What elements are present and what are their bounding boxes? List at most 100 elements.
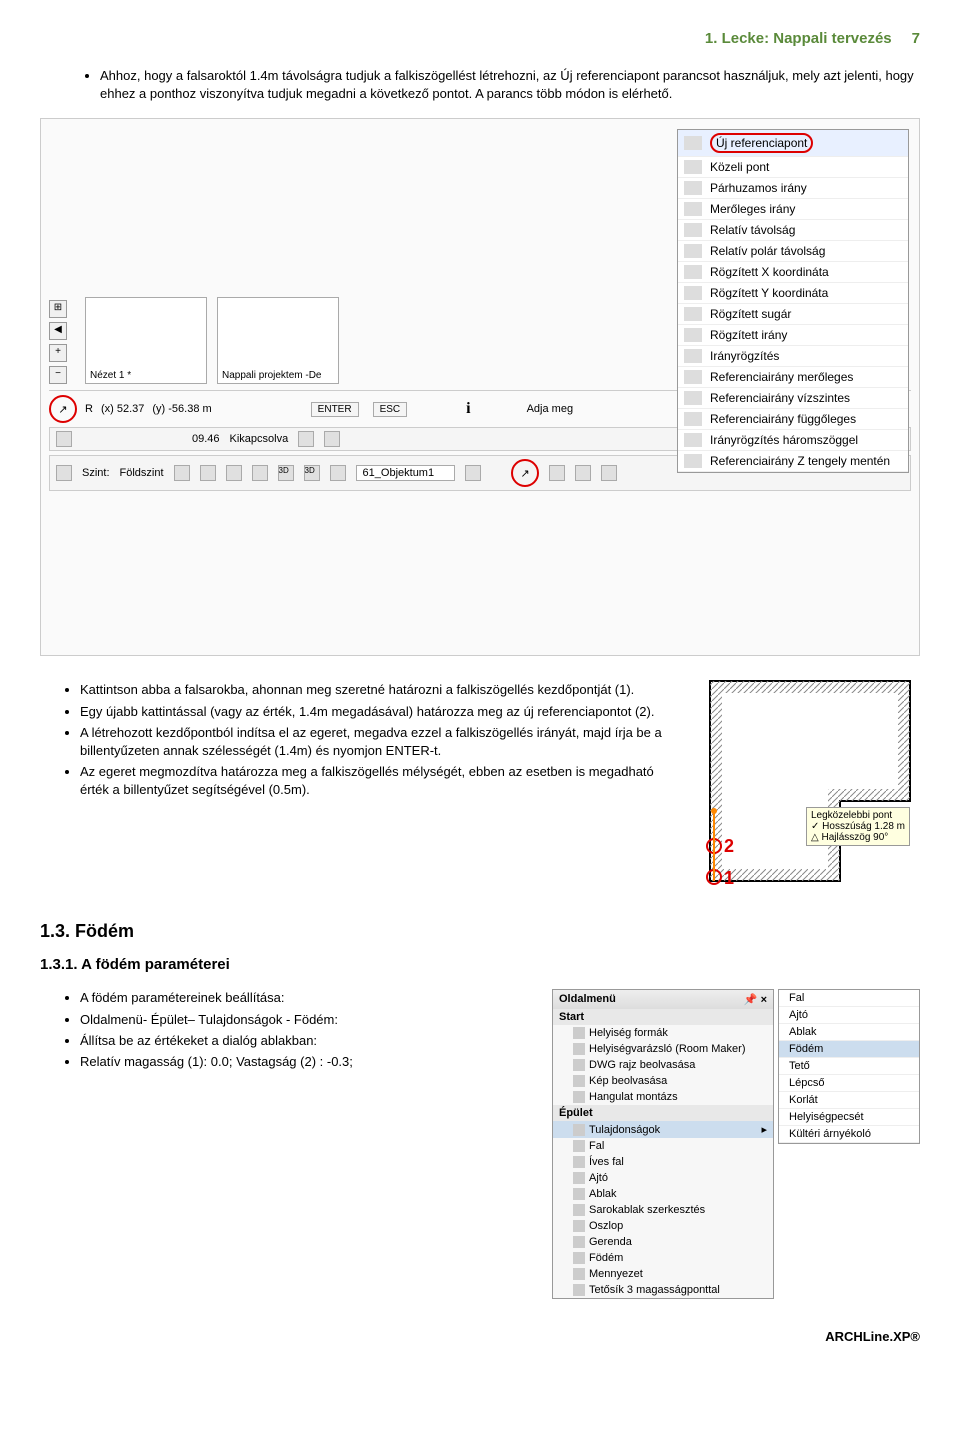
icon[interactable] xyxy=(200,465,216,481)
sub-roof[interactable]: Tető xyxy=(779,1058,919,1075)
slab-icon xyxy=(573,1252,585,1264)
item-column[interactable]: Oszlop xyxy=(553,1218,773,1234)
sub-shade[interactable]: Kültéri árnyékoló xyxy=(779,1126,919,1143)
ctx-item-12[interactable]: Referenciairány vízszintes xyxy=(710,391,850,405)
wizard-icon xyxy=(573,1043,585,1055)
pin-icon[interactable]: 📌 × xyxy=(744,993,767,1006)
level-label: Szint: xyxy=(82,467,110,479)
context-menu[interactable]: Új referenciapont Közeli pont Párhuzamos… xyxy=(677,129,909,473)
lockx-icon xyxy=(684,265,702,279)
item-window[interactable]: Ablak xyxy=(553,1186,773,1202)
item-corner[interactable]: Sarokablak szerkesztés xyxy=(553,1202,773,1218)
thumb-project[interactable]: Nappali projektem -De xyxy=(217,297,339,384)
item-properties[interactable]: Tulajdonságok▸ xyxy=(553,1121,773,1138)
ctx-item-1[interactable]: Közeli pont xyxy=(710,160,769,174)
group-start[interactable]: Start xyxy=(553,1009,773,1025)
sub-wall[interactable]: Fal xyxy=(779,990,919,1007)
ctx-item-8[interactable]: Rögzített sugár xyxy=(710,307,791,321)
icon[interactable] xyxy=(226,465,242,481)
reldist-icon xyxy=(684,223,702,237)
intro-text: Ahhoz, hogy a falsaroktól 1.4m távolságr… xyxy=(100,67,920,103)
icon[interactable] xyxy=(549,465,565,481)
item-door[interactable]: Ajtó xyxy=(553,1170,773,1186)
locky-icon xyxy=(684,286,702,300)
arcwall-icon xyxy=(573,1156,585,1168)
icon[interactable] xyxy=(324,431,340,447)
coord-x: (x) 52.37 xyxy=(101,403,144,415)
3d-icon[interactable]: 3D xyxy=(304,465,320,481)
icon[interactable] xyxy=(298,431,314,447)
enter-key[interactable]: ENTER xyxy=(311,402,359,417)
ctx-item-13[interactable]: Referenciairány függőleges xyxy=(710,412,856,426)
sub-stair[interactable]: Lépcső xyxy=(779,1075,919,1092)
icon[interactable] xyxy=(601,465,617,481)
lesson-title: 1. Lecke: Nappali tervezés xyxy=(705,30,892,47)
icon[interactable] xyxy=(252,465,268,481)
footer-brand: ARCHLine.XP® xyxy=(40,1329,920,1344)
subsection-heading: 1.3.1. A födém paraméterei xyxy=(40,956,920,973)
plus-btn[interactable]: + xyxy=(49,344,67,362)
thumb-view1[interactable]: Nézet 1 * xyxy=(85,297,207,384)
tool-btn[interactable]: ⊞ xyxy=(49,300,67,318)
item-roommaker[interactable]: Helyiségvarázsló (Room Maker) xyxy=(553,1041,773,1057)
parallel-icon xyxy=(684,181,702,195)
ctx-item-7[interactable]: Rögzített Y koordináta xyxy=(710,286,828,300)
item-roofplane[interactable]: Tetősík 3 magasságponttal xyxy=(553,1282,773,1298)
ctx-item-4[interactable]: Relatív távolság xyxy=(710,223,795,237)
side-menu[interactable]: Oldalmenü📌 × Start Helyiség formák Helyi… xyxy=(552,989,774,1299)
level-icon[interactable] xyxy=(56,465,72,481)
refpoint-button[interactable]: ↗ xyxy=(49,395,77,423)
step-3: A létrehozott kezdőpontból indítsa el az… xyxy=(80,724,680,760)
ctx-item-2[interactable]: Párhuzamos irány xyxy=(710,181,807,195)
item-ceiling[interactable]: Mennyezet xyxy=(553,1266,773,1282)
ctx-item-3[interactable]: Merőleges irány xyxy=(710,202,795,216)
properties-submenu[interactable]: Fal Ajtó Ablak Födém Tető Lépcső Korlát … xyxy=(778,989,920,1144)
info-icon[interactable]: i xyxy=(466,400,470,418)
item-dwg[interactable]: DWG rajz beolvasása xyxy=(553,1057,773,1073)
item-arcwall[interactable]: Íves fal xyxy=(553,1154,773,1170)
item-slab[interactable]: Födém xyxy=(553,1250,773,1266)
column-icon xyxy=(573,1220,585,1232)
ctx-item-15[interactable]: Referenciairány Z tengely mentén xyxy=(710,454,890,468)
tri-icon xyxy=(684,433,702,447)
level-value[interactable]: Földszint xyxy=(120,467,164,479)
minus-btn[interactable]: − xyxy=(49,366,67,384)
ctx-item-0[interactable]: Új referenciapont xyxy=(710,133,813,153)
icon[interactable] xyxy=(465,465,481,481)
object-select[interactable]: 61_Objektum1 xyxy=(356,465,456,481)
ctx-item-6[interactable]: Rögzített X koordináta xyxy=(710,265,829,279)
item-wall[interactable]: Fal xyxy=(553,1138,773,1154)
ctx-item-9[interactable]: Rögzített irány xyxy=(710,328,787,342)
item-rooms[interactable]: Helyiség formák xyxy=(553,1025,773,1041)
item-beam[interactable]: Gerenda xyxy=(553,1234,773,1250)
state: Kikapcsolva xyxy=(230,433,289,445)
sub-door[interactable]: Ajtó xyxy=(779,1007,919,1024)
group-epulet[interactable]: Épület xyxy=(553,1105,773,1121)
left-btn[interactable]: ◀ xyxy=(49,322,67,340)
icon[interactable] xyxy=(56,431,72,447)
snap-tooltip: Legközelebbi pont ✓ Hosszúság 1.28 m △ H… xyxy=(806,807,910,846)
refhoriz-icon xyxy=(684,391,702,405)
lockdir-icon xyxy=(684,328,702,342)
ctx-item-14[interactable]: Irányrögzítés háromszöggel xyxy=(710,433,858,447)
refpoint-button-2[interactable]: ↗ xyxy=(511,459,539,487)
item-mood[interactable]: Hangulat montázs xyxy=(553,1089,773,1105)
ctx-item-10[interactable]: Irányrögzítés xyxy=(710,349,779,363)
ctx-item-5[interactable]: Relatív polár távolság xyxy=(710,244,825,258)
esc-key[interactable]: ESC xyxy=(373,402,408,417)
refvert-icon xyxy=(684,412,702,426)
sub-slab[interactable]: Födém xyxy=(779,1041,919,1058)
icon[interactable] xyxy=(330,465,346,481)
item-image[interactable]: Kép beolvasása xyxy=(553,1073,773,1089)
sub-stamp[interactable]: Helyiségpecsét xyxy=(779,1109,919,1126)
dwg-icon xyxy=(573,1059,585,1071)
3d-icon[interactable]: 3D xyxy=(278,465,294,481)
dirlock-icon xyxy=(684,349,702,363)
sub-rail[interactable]: Korlát xyxy=(779,1092,919,1109)
icon[interactable] xyxy=(575,465,591,481)
icon[interactable] xyxy=(174,465,190,481)
image-icon xyxy=(573,1075,585,1087)
sub-window[interactable]: Ablak xyxy=(779,1024,919,1041)
ctx-item-11[interactable]: Referenciairány merőleges xyxy=(710,370,853,384)
refperp-icon xyxy=(684,370,702,384)
